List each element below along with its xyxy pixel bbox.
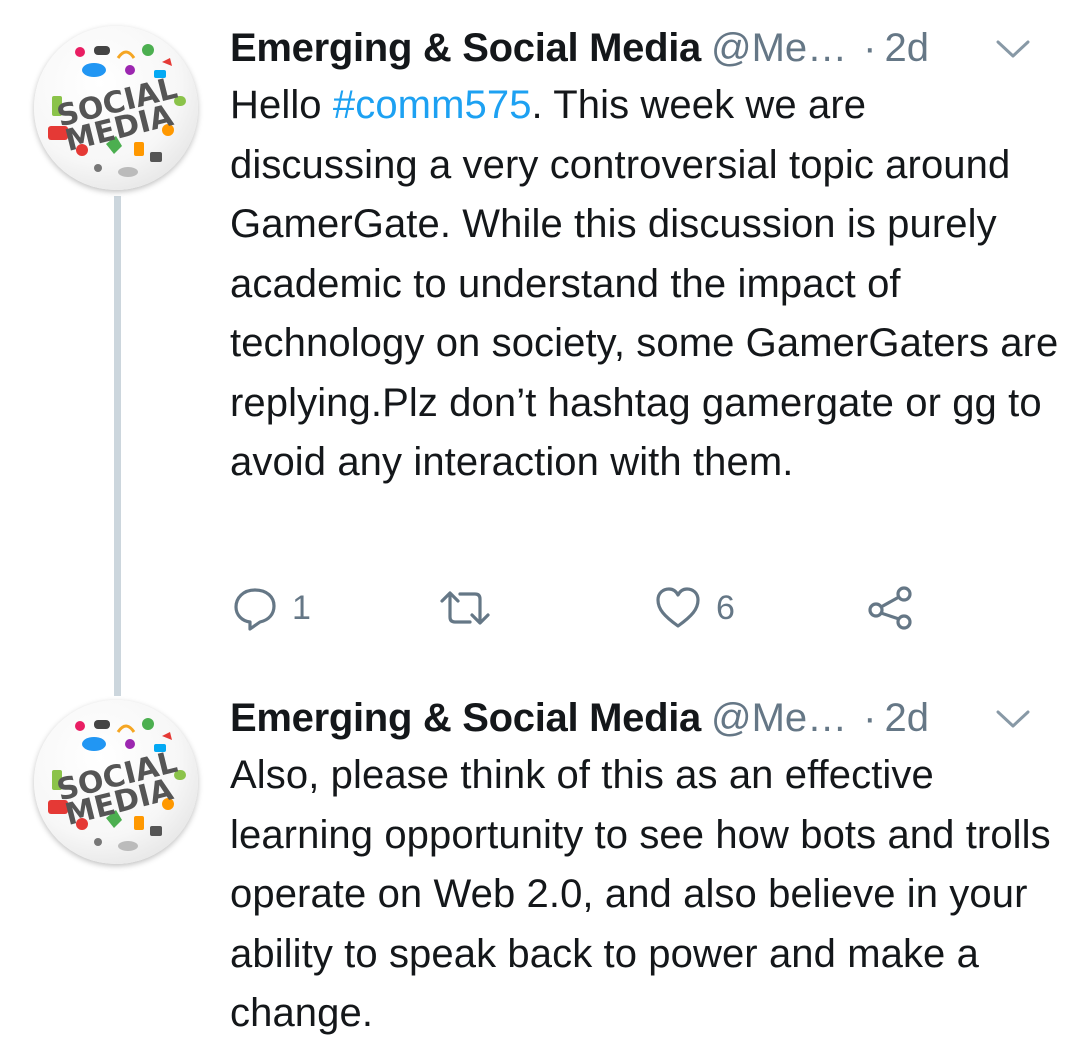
- social-media-logo-icon: SOCIAL MEDIA: [48, 718, 186, 851]
- handle[interactable]: @Me…: [711, 696, 847, 740]
- timestamp[interactable]: 2d: [885, 26, 930, 70]
- tweet-menu-button[interactable]: [994, 34, 1032, 64]
- chevron-down-icon: [996, 40, 1030, 58]
- avatar[interactable]: SOCIAL MEDIA: [34, 26, 198, 190]
- tweet[interactable]: SOCIAL MEDIA Emerging & Social Media @Me……: [0, 0, 1080, 690]
- like-button[interactable]: 6: [654, 578, 735, 638]
- share-button[interactable]: [866, 578, 914, 638]
- social-media-logo-icon: SOCIAL MEDIA: [48, 44, 186, 177]
- reply-icon: [234, 588, 276, 631]
- handle[interactable]: @Me…: [711, 26, 847, 70]
- tweet-text: Hello #comm575. This week we are discuss…: [230, 76, 1060, 493]
- reply-button[interactable]: 1: [232, 578, 311, 638]
- tweet-menu-button[interactable]: [994, 704, 1032, 734]
- reply-count: 1: [292, 588, 311, 627]
- separator-dot: ·: [863, 696, 877, 740]
- retweet-icon: [440, 591, 490, 625]
- tweet-text-part: Hello: [230, 83, 333, 127]
- avatar[interactable]: SOCIAL MEDIA: [34, 700, 198, 864]
- chevron-down-icon: [996, 710, 1030, 728]
- heart-icon: [656, 587, 700, 628]
- display-name[interactable]: Emerging & Social Media: [230, 696, 701, 740]
- share-icon: [868, 586, 912, 630]
- like-count: 6: [716, 588, 735, 627]
- retweet-button[interactable]: [438, 578, 506, 638]
- separator-dot: ·: [863, 26, 877, 70]
- timestamp[interactable]: 2d: [885, 696, 930, 740]
- hashtag-link[interactable]: #comm575: [333, 83, 532, 127]
- tweet-text: Also, please think of this as an effecti…: [230, 753, 1051, 1035]
- tweet[interactable]: SOCIAL MEDIA Emerging & Social Media @Me……: [0, 690, 1080, 1057]
- display-name[interactable]: Emerging & Social Media: [230, 26, 701, 70]
- tweet-header: Emerging & Social Media @Me… · 2d: [230, 692, 1050, 744]
- tweet-header: Emerging & Social Media @Me… · 2d: [230, 22, 1050, 74]
- tweet-text-part: . This week we are discussing a very con…: [230, 83, 1059, 484]
- tweet-actions: 1 6: [232, 578, 1032, 638]
